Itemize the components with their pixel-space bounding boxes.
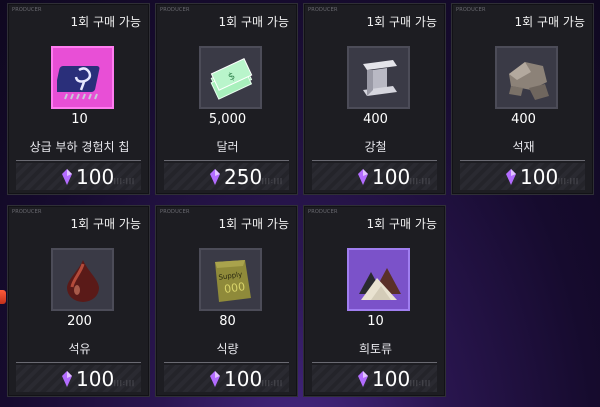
price-bar: 100 |||:||| — [312, 365, 437, 392]
bar-ticks: |||:||| — [409, 178, 431, 185]
oil-drop-icon — [66, 259, 99, 302]
item-quantity: 80 — [219, 314, 236, 329]
purchase-limit: 1회 구매 가능 — [366, 217, 437, 231]
item-name: 강철 — [364, 140, 387, 154]
item-price: 100 — [224, 367, 263, 391]
item-quantity: 200 — [67, 314, 92, 329]
divider — [164, 362, 289, 363]
bar-ticks: |||:||| — [261, 380, 283, 387]
card-tag: PRODUCER — [456, 7, 486, 13]
gem-icon — [62, 169, 72, 185]
purchase-limit: 1회 구매 가능 — [218, 15, 289, 29]
item-name: 희토류 — [358, 342, 393, 356]
item-quantity: 400 — [511, 112, 536, 127]
divider — [16, 362, 141, 363]
item-price: 100 — [520, 165, 559, 189]
price-bar: 250 |||:||| — [164, 163, 289, 190]
item-name: 석유 — [68, 342, 91, 356]
card-tag: PRODUCER — [160, 7, 190, 13]
bar-ticks: |||:||| — [557, 178, 579, 185]
shop-grid: PRODUCER 1회 구매 가능 10 상급 부하 경험치 칩 100 |||… — [0, 0, 600, 407]
card-tag: PRODUCER — [12, 209, 42, 215]
gem-icon — [358, 169, 368, 185]
chip-icon — [56, 65, 99, 99]
supply-sack-icon: Supply 000 — [214, 259, 251, 302]
purchase-limit: 1회 구매 가능 — [70, 217, 141, 231]
item-price: 250 — [224, 165, 263, 189]
divider — [312, 362, 437, 363]
stone-icon — [508, 61, 549, 100]
divider — [460, 160, 585, 161]
item-price: 100 — [372, 367, 411, 391]
item-icon-frame — [347, 248, 410, 311]
shop-card[interactable]: PRODUCER 1회 구매 가능 10 상급 부하 경험치 칩 100 |||… — [7, 3, 150, 195]
rare-earth-icon — [358, 267, 401, 300]
purchase-limit: 1회 구매 가능 — [218, 217, 289, 231]
bar-ticks: |||:||| — [113, 380, 135, 387]
card-tag: PRODUCER — [308, 209, 338, 215]
gem-icon — [62, 371, 72, 387]
item-quantity: 5,000 — [208, 112, 247, 127]
item-price: 100 — [76, 165, 115, 189]
item-icon-frame: Supply 000 — [199, 248, 262, 311]
purchase-limit: 1회 구매 가능 — [514, 15, 585, 29]
card-tag: PRODUCER — [308, 7, 338, 13]
divider — [164, 160, 289, 161]
item-icon-frame — [51, 248, 114, 311]
steel-beam-icon — [362, 59, 397, 96]
item-name: 식량 — [216, 342, 239, 356]
item-quantity: 10 — [71, 112, 88, 127]
price-bar: 100 |||:||| — [164, 365, 289, 392]
bar-ticks: |||:||| — [261, 178, 283, 185]
card-tag: PRODUCER — [12, 7, 42, 13]
gem-icon — [358, 371, 368, 387]
item-name: 상급 부하 경험치 칩 — [29, 140, 130, 154]
purchase-limit: 1회 구매 가능 — [70, 15, 141, 29]
shop-card[interactable]: PRODUCER 1회 구매 가능 400 강철 100 |||:||| — [303, 3, 446, 195]
item-price: 100 — [76, 367, 115, 391]
shop-card[interactable]: PRODUCER 1회 구매 가능 Supply 000 80 식량 100 |… — [155, 205, 298, 397]
price-bar: 100 |||:||| — [460, 163, 585, 190]
dollar-bills-icon: $ — [210, 57, 252, 100]
price-bar: 100 |||:||| — [312, 163, 437, 190]
item-name: 석재 — [512, 140, 535, 154]
item-icon-frame: $ — [199, 46, 262, 109]
item-price: 100 — [372, 165, 411, 189]
item-quantity: 400 — [363, 112, 388, 127]
gem-icon — [210, 371, 220, 387]
item-icon-frame — [347, 46, 410, 109]
price-bar: 100 |||:||| — [16, 163, 141, 190]
price-bar: 100 |||:||| — [16, 365, 141, 392]
item-icon-frame — [495, 46, 558, 109]
bar-ticks: |||:||| — [113, 178, 135, 185]
divider — [312, 160, 437, 161]
shop-card[interactable]: PRODUCER 1회 구매 가능 200 석유 100 |||:||| — [7, 205, 150, 397]
shop-card[interactable]: PRODUCER 1회 구매 가능 10 희토류 100 |||:||| — [303, 205, 446, 397]
item-name: 달러 — [216, 140, 239, 154]
purchase-limit: 1회 구매 가능 — [366, 15, 437, 29]
card-tag: PRODUCER — [160, 209, 190, 215]
divider — [16, 160, 141, 161]
item-quantity: 10 — [367, 314, 384, 329]
bar-ticks: |||:||| — [409, 380, 431, 387]
shop-card[interactable]: PRODUCER 1회 구매 가능 400 석재 100 |||:||| — [451, 3, 594, 195]
shop-card[interactable]: PRODUCER 1회 구매 가능 $ 5,000 달러 250 |||:||| — [155, 3, 298, 195]
item-icon-frame — [51, 46, 114, 109]
gem-icon — [506, 169, 516, 185]
gem-icon — [210, 169, 220, 185]
